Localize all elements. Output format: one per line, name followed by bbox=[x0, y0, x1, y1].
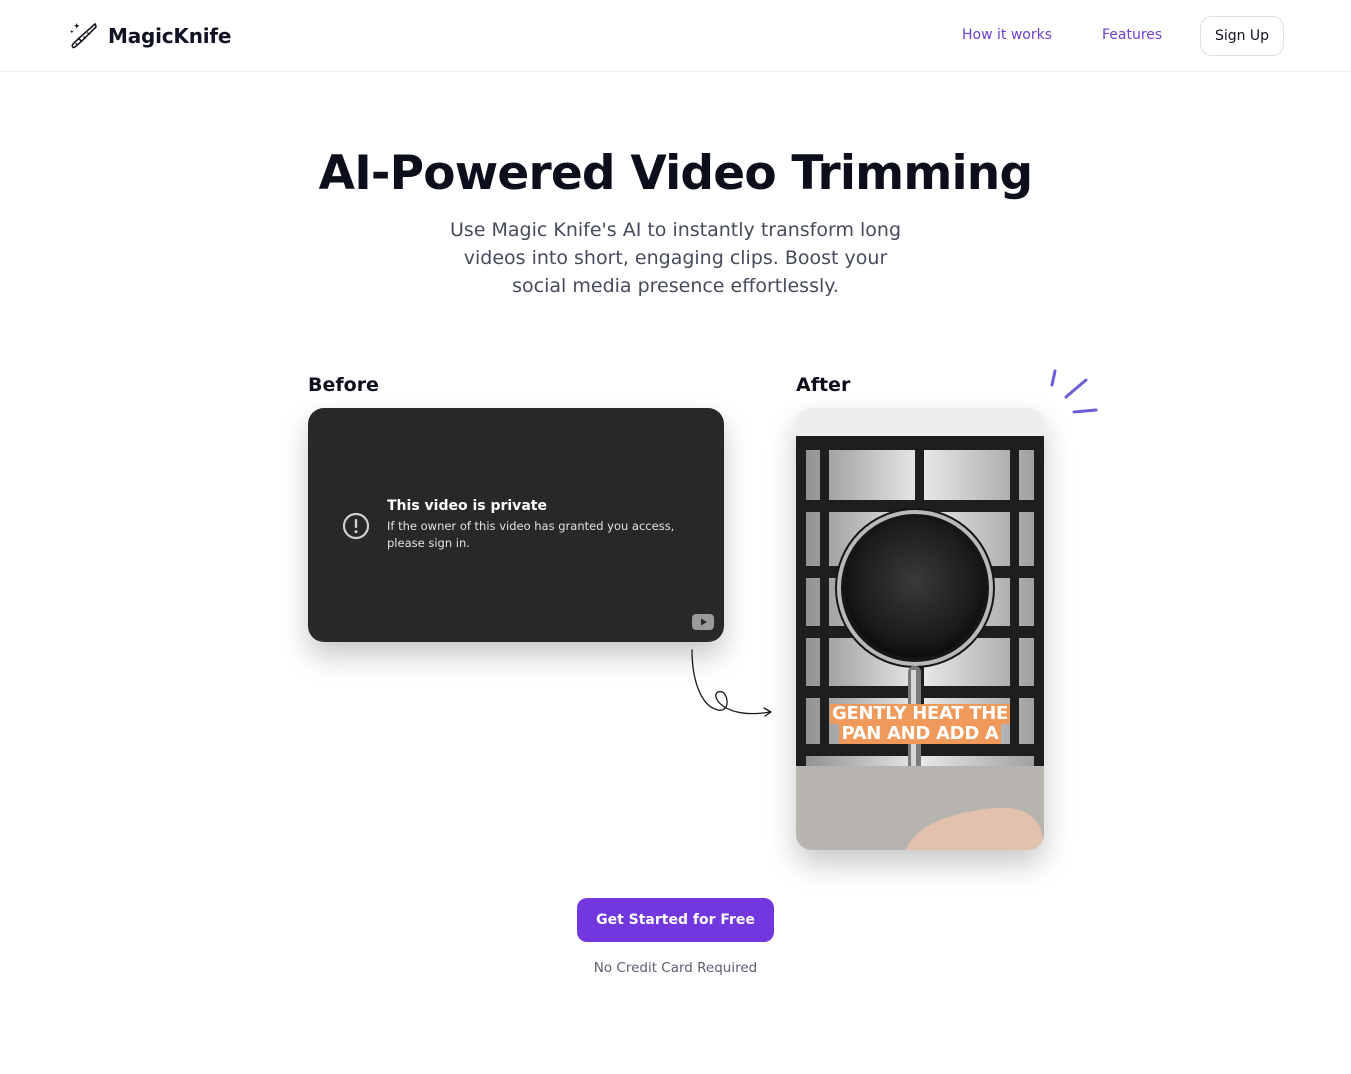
pan-on-stove-image bbox=[796, 408, 1044, 850]
sparkle-decoration bbox=[1050, 369, 1098, 414]
sign-up-button[interactable]: Sign Up bbox=[1200, 16, 1284, 56]
site-header: MagicKnife How it works Features Sign Up bbox=[0, 0, 1351, 72]
private-video-message: If the owner of this video has granted y… bbox=[387, 519, 675, 550]
before-label: Before bbox=[308, 374, 379, 396]
logo-text: MagicKnife bbox=[108, 23, 232, 48]
before-video-player[interactable]: This video is private If the owner of th… bbox=[308, 408, 724, 642]
knife-sparkle-icon bbox=[69, 22, 97, 49]
nav-how-it-works[interactable]: How it works bbox=[962, 27, 1052, 43]
after-video-clip[interactable]: GENTLY HEAT THE PAN AND ADD A bbox=[796, 408, 1044, 850]
nav-features[interactable]: Features bbox=[1102, 27, 1162, 43]
hero-title: AI-Powered Video Trimming bbox=[318, 146, 1033, 201]
get-started-button[interactable]: Get Started for Free bbox=[577, 898, 774, 942]
private-video-title: This video is private bbox=[387, 498, 547, 514]
exclamation-circle-icon bbox=[342, 512, 370, 540]
after-label: After bbox=[796, 374, 851, 396]
caption-line-2: PAN AND ADD A bbox=[839, 723, 1001, 744]
youtube-icon[interactable] bbox=[692, 614, 714, 630]
caption-line-1: GENTLY HEAT THE bbox=[830, 703, 1010, 724]
logo[interactable]: MagicKnife bbox=[68, 20, 231, 51]
hero-subtitle: Use Magic Knife's AI to instantly transf… bbox=[449, 219, 902, 297]
video-caption: GENTLY HEAT THE PAN AND ADD A bbox=[796, 704, 1044, 744]
no-credit-card-note: No Credit Card Required bbox=[593, 960, 758, 976]
curly-arrow-decoration bbox=[691, 649, 772, 717]
